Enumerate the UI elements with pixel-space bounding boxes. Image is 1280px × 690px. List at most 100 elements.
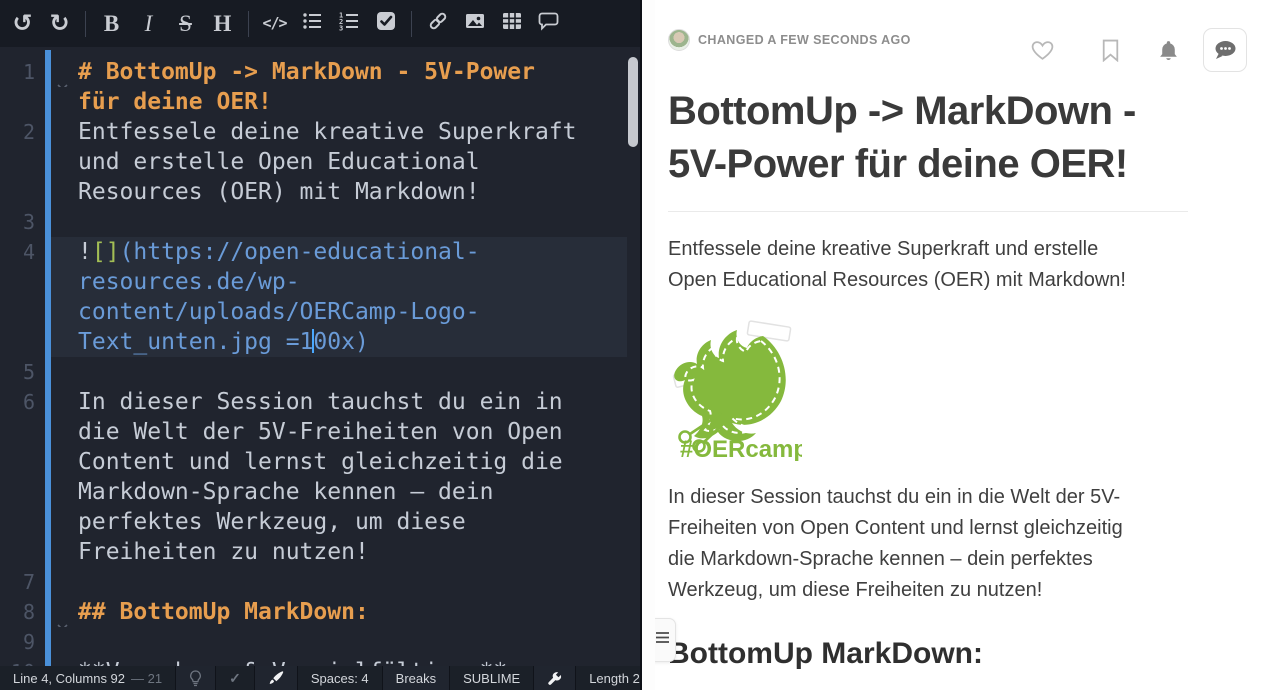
editor-token: content/uploads/OERCamp-Logo- xyxy=(78,299,480,325)
line-number: 7 xyxy=(0,567,45,597)
editor-line-content[interactable]: # BottomUp -> MarkDown - 5V-Power xyxy=(51,57,627,87)
editor-line-content[interactable]: Resources (OER) mit Markdown! xyxy=(51,177,627,207)
editor-line-content[interactable]: Entfessele deine kreative Superkraft xyxy=(51,117,627,147)
editor-line[interactable]: 5 xyxy=(0,357,640,387)
editor-token: # BottomUp -> MarkDown - 5V-Power xyxy=(78,59,535,85)
avatar[interactable] xyxy=(668,29,690,51)
editor-line-content[interactable] xyxy=(51,207,627,237)
editor-line-content[interactable]: resources.de/wp- xyxy=(51,267,627,297)
bell-button[interactable] xyxy=(1158,39,1179,62)
table-button[interactable] xyxy=(493,0,530,47)
editor-line[interactable]: für deine OER! xyxy=(0,87,640,117)
editor-line[interactable]: Text_unten.jpg =100x) xyxy=(0,327,640,357)
editor-line-content[interactable] xyxy=(51,567,627,597)
editor-line[interactable]: 8## BottomUp MarkDown: xyxy=(0,597,640,627)
brush-icon xyxy=(268,670,284,686)
editor-line[interactable]: 2Entfessele deine kreative Superkraft xyxy=(0,117,640,147)
heart-icon xyxy=(1030,39,1055,62)
wrench-icon xyxy=(547,671,562,686)
heart-button[interactable] xyxy=(1030,39,1055,62)
editor-line-content[interactable]: content/uploads/OERCamp-Logo- xyxy=(51,297,627,327)
editor-scrollbar[interactable] xyxy=(628,57,638,147)
status-label: Line 4, Columns 92 xyxy=(13,671,125,686)
status-breaks-setting[interactable]: Breaks xyxy=(382,666,449,690)
editor-line[interactable]: 10 **Verwahren & Vervielfältigen** xyxy=(0,657,640,666)
status-lightbulb-button[interactable] xyxy=(175,666,215,690)
editor-token: 00x) xyxy=(313,329,368,355)
heading-button[interactable]: H xyxy=(204,0,241,47)
editor-token: perfektes Werkzeug, um diese xyxy=(78,509,466,535)
link-icon xyxy=(427,10,449,37)
line-number: 10 xyxy=(0,657,45,666)
editor-line[interactable]: 6In dieser Session tauchst du ein in xyxy=(0,387,640,417)
line-number xyxy=(0,417,45,447)
section-heading: BottomUp MarkDown: xyxy=(668,637,1188,671)
editor-line[interactable]: Markdown-Sprache kennen – dein xyxy=(0,477,640,507)
bullet-list-button[interactable] xyxy=(293,0,330,47)
editor-line-content[interactable]: ![](https://open-educational- xyxy=(51,237,627,267)
editor-body[interactable]: 1# BottomUp -> MarkDown - 5V-Powerfür de… xyxy=(0,47,640,666)
numbered-list-button[interactable]: 123 xyxy=(330,0,367,47)
checklist-button[interactable] xyxy=(367,0,404,47)
editor-line[interactable]: 9 xyxy=(0,627,640,657)
editor-line-content[interactable] xyxy=(51,627,627,657)
status-keymap-setting[interactable]: SUBLIME xyxy=(449,666,533,690)
numbered-list-icon: 123 xyxy=(339,11,359,36)
editor-line[interactable]: perfektes Werkzeug, um diese xyxy=(0,507,640,537)
editor-line-content[interactable]: In dieser Session tauchst du ein in xyxy=(51,387,627,417)
editor-line-content[interactable]: die Welt der 5V-Freiheiten von Open xyxy=(51,417,627,447)
bold-button[interactable]: B xyxy=(93,0,130,47)
editor-line-content[interactable] xyxy=(51,357,627,387)
status-brush-button[interactable] xyxy=(254,666,297,690)
status-label-extra: — 21 xyxy=(131,671,162,686)
editor-line-content[interactable]: **Verwahren & Vervielfältigen** xyxy=(51,657,627,666)
line-number: 5 xyxy=(0,357,45,387)
editor-line-content[interactable]: Freiheiten zu nutzen! xyxy=(51,537,627,567)
document-actions xyxy=(1030,28,1247,72)
editor-line-content[interactable]: Markdown-Sprache kennen – dein xyxy=(51,477,627,507)
strikethrough-button[interactable]: S xyxy=(167,0,204,47)
toc-toggle-button[interactable] xyxy=(655,618,676,662)
status-spaces-setting[interactable]: Spaces: 4 xyxy=(297,666,382,690)
editor-pane: ↺↻ BISH </> 123 1# BottomUp -> MarkDown - 5… xyxy=(0,0,640,690)
menu-icon xyxy=(655,631,670,649)
redo-button[interactable]: ↻ xyxy=(41,0,78,47)
comment-button[interactable] xyxy=(530,0,567,47)
italic-button[interactable]: I xyxy=(130,0,167,47)
status-wrench-button[interactable] xyxy=(533,666,575,690)
comments-button[interactable] xyxy=(1203,28,1247,72)
editor-line-content[interactable]: ## BottomUp MarkDown: xyxy=(51,597,627,627)
editor-token: Markdown-Sprache kennen – dein xyxy=(78,479,493,505)
undo-button[interactable]: ↺ xyxy=(4,0,41,47)
line-number: 9 xyxy=(0,627,45,657)
editor-line[interactable]: content/uploads/OERCamp-Logo- xyxy=(0,297,640,327)
editor-line-content[interactable]: perfektes Werkzeug, um diese xyxy=(51,507,627,537)
line-number xyxy=(0,447,45,477)
editor-line[interactable]: Content und lernst gleichzeitig die xyxy=(0,447,640,477)
status-check-button[interactable]: ✓ xyxy=(215,666,254,690)
editor-line[interactable]: 1# BottomUp -> MarkDown - 5V-Power xyxy=(0,57,640,87)
fold-chevron-icon[interactable] xyxy=(57,69,68,87)
editor-line[interactable]: die Welt der 5V-Freiheiten von Open xyxy=(0,417,640,447)
editor-line-content[interactable]: Content und lernst gleichzeitig die xyxy=(51,447,627,477)
editor-line[interactable]: und erstelle Open Educational xyxy=(0,147,640,177)
editor-line[interactable]: 7 xyxy=(0,567,640,597)
fold-chevron-icon[interactable] xyxy=(57,609,68,627)
editor-line[interactable]: 3 xyxy=(0,207,640,237)
oercamp-logo-image: #OERcamp xyxy=(668,318,802,461)
editor-line-content[interactable]: und erstelle Open Educational xyxy=(51,147,627,177)
pane-divider[interactable] xyxy=(640,0,655,690)
link-button[interactable] xyxy=(419,0,456,47)
editor-line-content[interactable]: Text_unten.jpg =100x) xyxy=(51,327,627,357)
editor-line[interactable]: Resources (OER) mit Markdown! xyxy=(0,177,640,207)
editor-line[interactable]: 4![](https://open-educational- xyxy=(0,237,640,267)
editor-line[interactable]: Freiheiten zu nutzen! xyxy=(0,537,640,567)
code-button[interactable]: </> xyxy=(256,0,293,47)
bookmark-button[interactable] xyxy=(1101,39,1120,62)
checklist-icon xyxy=(376,11,396,36)
image-button[interactable] xyxy=(456,0,493,47)
editor-line-content[interactable]: für deine OER! xyxy=(51,87,627,117)
markdown-editor-app: ↺↻ BISH </> 123 1# BottomUp -> MarkDown - 5… xyxy=(0,0,1280,690)
editor-line[interactable]: resources.de/wp- xyxy=(0,267,640,297)
page-title: BottomUp -> MarkDown - 5V-Power für dein… xyxy=(668,85,1188,191)
